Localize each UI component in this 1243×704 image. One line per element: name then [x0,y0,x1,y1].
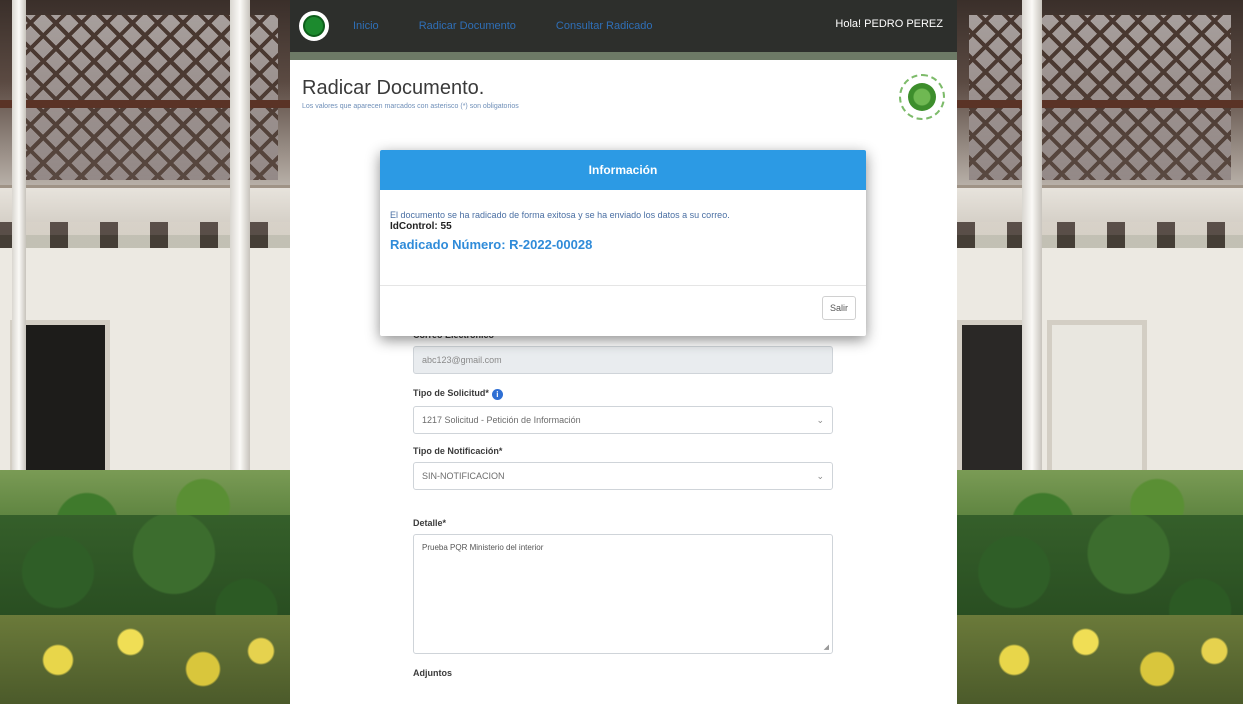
info-icon[interactable]: i [491,389,503,400]
background-right [957,0,1243,704]
nav-links: Inicio Radicar Documento Consultar Radic… [353,20,653,32]
notification-type-value: SIN-NOTIFICACION [422,471,505,481]
request-type-label: Tipo de Solicitud* i [413,388,833,400]
nav-link-radicar[interactable]: Radicar Documento [419,20,516,32]
modal-title: Información [380,150,866,190]
detail-value: Prueba PQR Ministerio del interior [422,543,544,552]
notification-type-label: Tipo de Notificación* [413,446,503,456]
email-field[interactable]: abc123@gmail.com [413,346,833,374]
id-control: IdControl: 55 [390,221,452,232]
chevron-down-icon: ⌄ [816,414,824,425]
detail-textarea[interactable]: Prueba PQR Ministerio del interior ◢ [413,534,833,654]
modal-message: El documento se ha radicado de forma exi… [390,210,730,220]
request-type-select[interactable]: 1217 Solicitud - Petición de Información… [413,406,833,434]
attachments-label: Adjuntos [413,668,452,678]
ministry-logo-icon[interactable] [299,11,329,41]
detail-label: Detalle* [413,518,447,528]
user-greeting[interactable]: Hola! PEDRO PEREZ [835,18,943,30]
page-subtitle: Los valores que aparecen marcados con as… [302,103,519,110]
chevron-down-icon: ⌄ [816,470,824,481]
page-title: Radicar Documento. [302,77,485,99]
radicado-number: Radicado Número: R-2022-00028 [390,237,593,252]
background-left [0,0,290,704]
resize-grip-icon[interactable]: ◢ [824,643,829,651]
notification-type-select[interactable]: SIN-NOTIFICACION ⌄ [413,462,833,490]
nav-link-consultar[interactable]: Consultar Radicado [556,20,653,32]
info-modal: Información El documento se ha radicado … [380,150,866,336]
top-navbar: Inicio Radicar Documento Consultar Radic… [290,0,957,52]
institution-seal-icon [899,74,945,120]
modal-footer: Salir [380,286,866,336]
exit-button[interactable]: Salir [822,296,856,320]
modal-body: El documento se ha radicado de forma exi… [380,190,866,286]
nav-link-inicio[interactable]: Inicio [353,20,379,32]
request-type-value: 1217 Solicitud - Petición de Información [422,415,581,425]
radicar-form: Correo Electrónico abc123@gmail.com Tipo… [413,330,833,684]
